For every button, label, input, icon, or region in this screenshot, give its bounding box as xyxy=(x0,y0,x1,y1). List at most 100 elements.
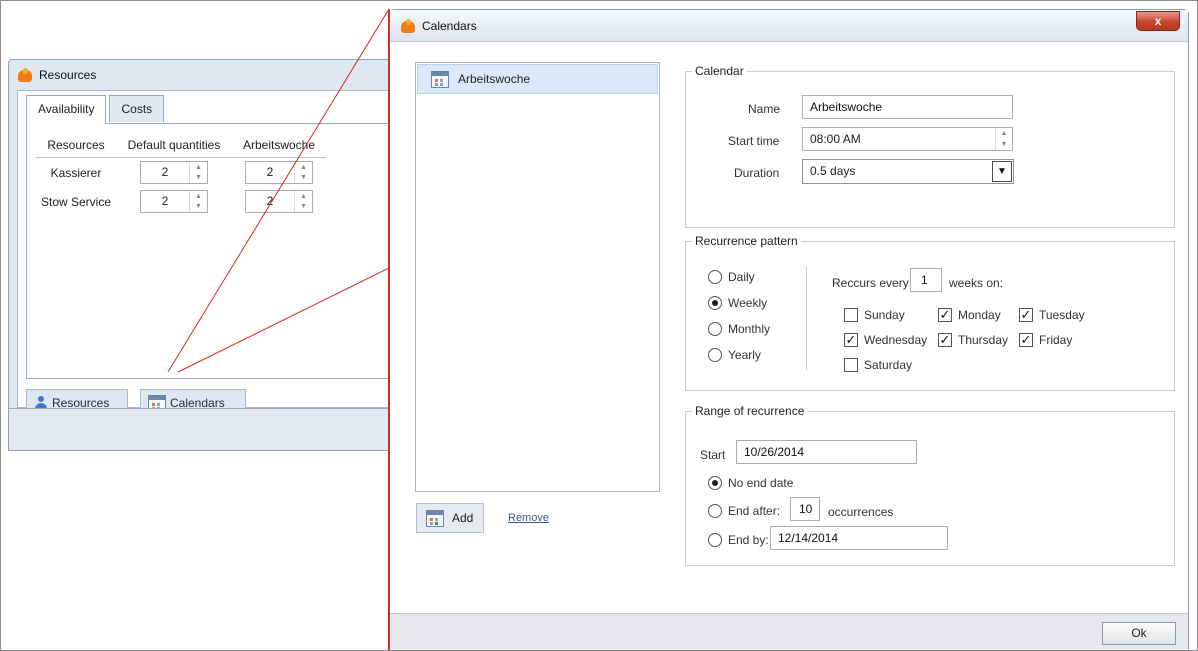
default-quantity-cell: 2 ▲ ▼ xyxy=(116,187,232,216)
recurs-every-label: Reccurs every xyxy=(832,276,909,290)
end-by-field[interactable]: 12/14/2014 xyxy=(770,526,948,550)
pattern-divider xyxy=(806,266,807,370)
radio-no-end-date[interactable]: No end date xyxy=(708,476,793,490)
add-calendar-button[interactable]: Add xyxy=(416,503,484,533)
stepper-buttons: ▲ ▼ xyxy=(189,162,207,183)
table-header-row: Resources Default quantities Arbeitswoch… xyxy=(36,132,326,158)
arrow-down-icon[interactable]: ▼ xyxy=(996,139,1012,150)
tab-costs[interactable]: Costs xyxy=(109,95,165,122)
calendars-dialog-body: Arbeitswoche Add Remove Calendar Name Ar… xyxy=(390,43,1188,613)
resources-title-bar[interactable]: Resources xyxy=(9,60,391,90)
radio-indicator xyxy=(708,504,722,518)
end-after-field[interactable]: 10 xyxy=(790,497,820,521)
name-label: Name xyxy=(748,102,781,116)
table-row: Kassierer 2 ▲ ▼ 2 ▲ ▼ xyxy=(36,158,326,188)
radio-daily-label: Daily xyxy=(728,270,755,284)
radio-yearly-label: Yearly xyxy=(728,348,761,362)
checkmark-icon: ✓ xyxy=(1019,307,1033,322)
column-header-resources[interactable]: Resources xyxy=(36,132,116,158)
arrow-up-icon[interactable]: ▲ xyxy=(190,191,207,202)
table-row: Stow Service 2 ▲ ▼ 2 ▲ ▼ xyxy=(36,187,326,216)
calendar-quantity-stepper[interactable]: 2 ▲ ▼ xyxy=(245,190,313,213)
calendar-list-item-label: Arbeitswoche xyxy=(458,72,531,86)
stepper-buttons: ▲ ▼ xyxy=(294,162,312,183)
duration-value: 0.5 days xyxy=(810,164,856,178)
calendars-title-bar[interactable]: Calendars x xyxy=(390,10,1188,42)
arrow-down-icon[interactable]: ▼ xyxy=(190,202,207,213)
calendar-add-icon xyxy=(426,509,444,527)
stepper-value: 2 xyxy=(161,194,169,208)
recurs-every-field[interactable]: 1 xyxy=(910,268,942,292)
arrow-up-icon[interactable]: ▲ xyxy=(295,162,312,173)
end-by-label: End by: xyxy=(728,533,769,547)
chevron-down-icon[interactable]: ▼ xyxy=(992,161,1012,182)
default-quantity-cell: 2 ▲ ▼ xyxy=(116,158,232,188)
spinner-buttons: ▲ ▼ xyxy=(995,128,1012,150)
friday-label: Friday xyxy=(1039,333,1073,347)
column-header-default-quantities[interactable]: Default quantities xyxy=(116,132,232,158)
checkbox-friday[interactable]: ✓ Friday xyxy=(1019,333,1072,347)
tab-availability[interactable]: Availability xyxy=(26,95,107,124)
occurrences-label: occurrences xyxy=(828,505,894,519)
radio-yearly[interactable]: Yearly xyxy=(708,348,761,362)
radio-monthly-label: Monthly xyxy=(728,322,771,336)
radio-daily[interactable]: Daily xyxy=(708,270,755,284)
resources-status-bar xyxy=(9,408,391,450)
radio-indicator xyxy=(708,322,722,336)
checkmark-icon: ✓ xyxy=(938,307,952,322)
calendar-icon xyxy=(431,70,449,88)
arrow-up-icon[interactable]: ▲ xyxy=(295,191,312,202)
checkbox-indicator xyxy=(844,308,858,322)
checkbox-indicator xyxy=(844,358,858,372)
resources-window-title: Resources xyxy=(39,68,97,82)
recurrence-pattern-group: Recurrence pattern Daily Weekly Monthly … xyxy=(685,234,1175,391)
add-button-label: Add xyxy=(452,511,474,525)
default-quantity-stepper[interactable]: 2 ▲ ▼ xyxy=(140,161,208,184)
arrow-down-icon[interactable]: ▼ xyxy=(190,173,207,184)
app-logo-icon xyxy=(400,18,416,34)
default-quantity-stepper[interactable]: 2 ▲ ▼ xyxy=(140,190,208,213)
radio-end-after[interactable]: End after: xyxy=(708,504,780,518)
calendars-footer: Ok xyxy=(390,613,1188,650)
start-time-spinner[interactable]: 08:00 AM ▲ ▼ xyxy=(802,127,1013,151)
checkbox-saturday[interactable]: Saturday xyxy=(844,358,912,372)
arrow-down-icon[interactable]: ▼ xyxy=(295,173,312,184)
checkbox-tuesday[interactable]: ✓ Tuesday xyxy=(1019,308,1085,322)
duration-label: Duration xyxy=(734,166,780,180)
availability-panel: Resources Default quantities Arbeitswoch… xyxy=(26,123,391,379)
range-start-field[interactable]: 10/26/2014 xyxy=(736,440,917,464)
resource-name-cell: Kassierer xyxy=(50,165,102,180)
arrow-up-icon[interactable]: ▲ xyxy=(190,162,207,173)
radio-indicator xyxy=(708,270,722,284)
checkmark-icon: ✓ xyxy=(844,332,858,347)
checkbox-thursday[interactable]: ✓ Thursday xyxy=(938,333,1008,347)
column-header-arbeitswoche[interactable]: Arbeitswoche xyxy=(232,132,326,158)
name-field[interactable]: Arbeitswoche xyxy=(802,95,1013,119)
duration-select[interactable]: 0.5 days ▼ xyxy=(802,159,1014,184)
checkbox-monday[interactable]: ✓ Monday xyxy=(938,308,1001,322)
monday-label: Monday xyxy=(958,308,1001,322)
stepper-value: 2 xyxy=(161,165,169,179)
radio-indicator xyxy=(708,533,722,547)
resources-tabs: Availability Costs xyxy=(26,95,167,124)
calendar-list[interactable]: Arbeitswoche xyxy=(415,62,660,492)
radio-weekly-label: Weekly xyxy=(728,296,768,310)
radio-weekly[interactable]: Weekly xyxy=(708,296,767,310)
radio-end-by[interactable]: End by: xyxy=(708,533,769,547)
close-button[interactable]: x xyxy=(1136,11,1180,31)
arrow-down-icon[interactable]: ▼ xyxy=(295,202,312,213)
recurrence-group-legend: Recurrence pattern xyxy=(695,234,798,248)
radio-monthly[interactable]: Monthly xyxy=(708,322,770,336)
range-group-legend: Range of recurrence xyxy=(695,404,805,418)
checkbox-sunday[interactable]: Sunday xyxy=(844,308,905,322)
close-icon: x xyxy=(1154,14,1162,28)
stepper-value: 2 xyxy=(266,165,274,179)
checkbox-wednesday[interactable]: ✓ Wednesday xyxy=(844,333,927,347)
arrow-up-icon[interactable]: ▲ xyxy=(996,128,1012,139)
list-item[interactable]: Arbeitswoche xyxy=(417,64,658,94)
ok-button[interactable]: Ok xyxy=(1102,622,1176,645)
resource-name-cell: Stow Service xyxy=(40,194,112,209)
calendar-quantity-stepper[interactable]: 2 ▲ ▼ xyxy=(245,161,313,184)
remove-link[interactable]: Remove xyxy=(508,512,549,524)
calendars-dialog: Calendars x Arbeitswoche Add Remove Cale… xyxy=(389,9,1189,651)
